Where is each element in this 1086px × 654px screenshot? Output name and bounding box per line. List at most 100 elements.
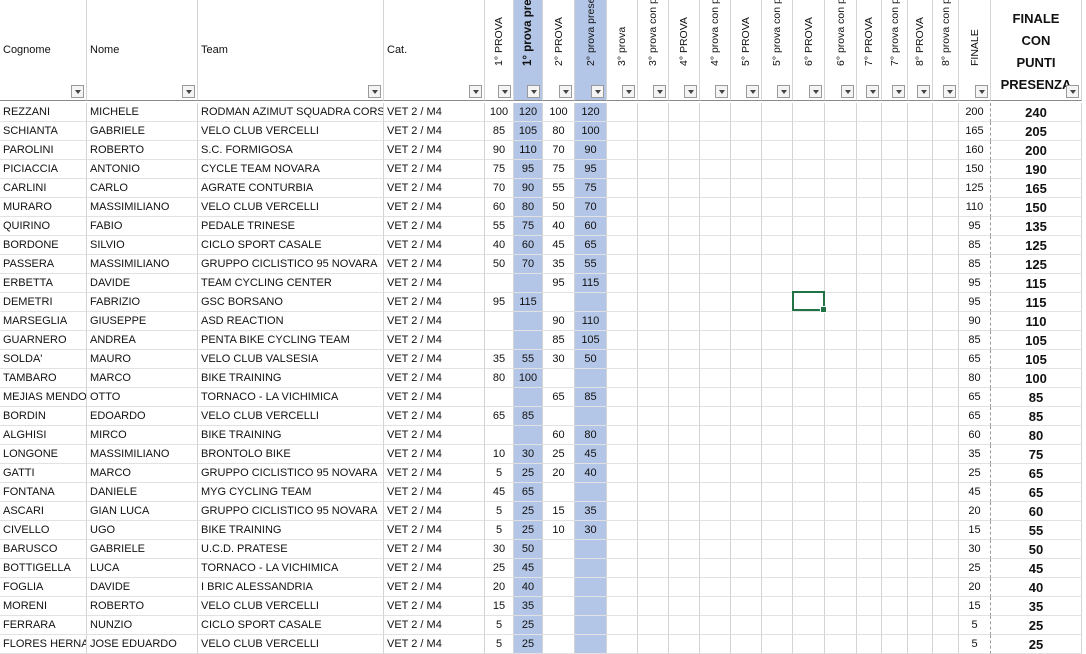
table-cell-p7[interactable] <box>857 179 882 198</box>
table-cell-p8p[interactable] <box>933 179 959 198</box>
filter-dropdown-icon[interactable] <box>892 85 905 98</box>
table-cell-team[interactable]: GRUPPO CICLISTICO 95 NOVARA <box>198 464 384 483</box>
table-cell-team[interactable]: CYCLE TEAM NOVARA <box>198 160 384 179</box>
table-cell-p8p[interactable] <box>933 122 959 141</box>
table-cell-p6[interactable] <box>793 407 825 426</box>
table-cell-p7[interactable] <box>857 483 882 502</box>
table-cell-p1p[interactable]: 70 <box>514 255 543 274</box>
table-cell-finale[interactable]: 65 <box>959 350 991 369</box>
table-cell-p5[interactable] <box>731 274 762 293</box>
table-cell-p4[interactable] <box>669 635 700 654</box>
table-cell-p6p[interactable] <box>825 122 857 141</box>
table-cell-p2p[interactable] <box>575 559 607 578</box>
table-cell-cognome[interactable]: CIVELLO <box>0 521 87 540</box>
table-cell-p8[interactable] <box>908 236 933 255</box>
table-cell-p8p[interactable] <box>933 312 959 331</box>
filter-dropdown-icon[interactable] <box>777 85 790 98</box>
table-cell-nome[interactable]: ROBERTO <box>87 141 198 160</box>
table-cell-p8p[interactable] <box>933 616 959 635</box>
table-cell-p8[interactable] <box>908 388 933 407</box>
table-cell-p8p[interactable] <box>933 198 959 217</box>
table-cell-p4p[interactable] <box>700 236 731 255</box>
table-cell-p2[interactable] <box>543 597 575 616</box>
table-cell-p7p[interactable] <box>882 388 908 407</box>
table-cell-team[interactable]: VELO CLUB VERCELLI <box>198 122 384 141</box>
column-header-p4p[interactable]: 4° prova con presenza <box>700 0 731 101</box>
table-cell-p3p[interactable] <box>638 122 669 141</box>
table-cell-p8[interactable] <box>908 160 933 179</box>
table-cell-p6p[interactable] <box>825 597 857 616</box>
table-cell-p2[interactable] <box>543 540 575 559</box>
table-cell-p2[interactable]: 75 <box>543 160 575 179</box>
table-cell-p6[interactable] <box>793 103 825 122</box>
table-cell-p6[interactable] <box>793 198 825 217</box>
table-cell-cat[interactable]: VET 2 / M4 <box>384 122 485 141</box>
table-cell-p8[interactable] <box>908 141 933 160</box>
table-cell-p3p[interactable] <box>638 141 669 160</box>
table-cell-cognome[interactable]: FERRARA <box>0 616 87 635</box>
table-cell-p5p[interactable] <box>762 559 793 578</box>
table-cell-p4[interactable] <box>669 559 700 578</box>
table-cell-cat[interactable]: VET 2 / M4 <box>384 445 485 464</box>
table-cell-p8p[interactable] <box>933 331 959 350</box>
table-cell-p3[interactable] <box>607 426 638 445</box>
table-cell-p3[interactable] <box>607 597 638 616</box>
table-cell-p7[interactable] <box>857 160 882 179</box>
table-cell-p5[interactable] <box>731 616 762 635</box>
table-cell-p1p[interactable]: 25 <box>514 502 543 521</box>
table-cell-p5[interactable] <box>731 559 762 578</box>
table-cell-p7[interactable] <box>857 331 882 350</box>
table-cell-p5[interactable] <box>731 597 762 616</box>
table-cell-p2[interactable]: 85 <box>543 331 575 350</box>
table-cell-p4p[interactable] <box>700 407 731 426</box>
table-cell-p6p[interactable] <box>825 160 857 179</box>
table-cell-p1[interactable]: 5 <box>485 502 514 521</box>
table-cell-cat[interactable]: VET 2 / M4 <box>384 597 485 616</box>
table-cell-p2[interactable]: 15 <box>543 502 575 521</box>
table-cell-nome[interactable]: NUNZIO <box>87 616 198 635</box>
table-cell-p2p[interactable]: 65 <box>575 236 607 255</box>
table-cell-p2p[interactable] <box>575 407 607 426</box>
table-cell-cat[interactable]: VET 2 / M4 <box>384 540 485 559</box>
table-cell-p6[interactable] <box>793 597 825 616</box>
table-cell-p1[interactable]: 80 <box>485 369 514 388</box>
table-cell-cat[interactable]: VET 2 / M4 <box>384 616 485 635</box>
table-cell-p2p[interactable]: 45 <box>575 445 607 464</box>
table-cell-finale[interactable]: 15 <box>959 597 991 616</box>
table-cell-p4p[interactable] <box>700 255 731 274</box>
table-cell-p4p[interactable] <box>700 350 731 369</box>
table-cell-p3[interactable] <box>607 635 638 654</box>
table-cell-p5p[interactable] <box>762 388 793 407</box>
table-cell-finale[interactable]: 85 <box>959 236 991 255</box>
table-cell-p8p[interactable] <box>933 521 959 540</box>
table-cell-p8p[interactable] <box>933 388 959 407</box>
table-cell-p2p[interactable]: 100 <box>575 122 607 141</box>
table-cell-p6[interactable] <box>793 160 825 179</box>
table-cell-p2[interactable] <box>543 578 575 597</box>
table-cell-finale[interactable]: 85 <box>959 331 991 350</box>
table-cell-p5[interactable] <box>731 483 762 502</box>
table-cell-p4[interactable] <box>669 217 700 236</box>
table-cell-p6[interactable] <box>793 635 825 654</box>
table-cell-finale[interactable]: 15 <box>959 521 991 540</box>
table-cell-p4[interactable] <box>669 369 700 388</box>
table-cell-p7p[interactable] <box>882 160 908 179</box>
table-cell-p3p[interactable] <box>638 464 669 483</box>
table-cell-cognome[interactable]: LONGONE <box>0 445 87 464</box>
table-cell-p1[interactable] <box>485 388 514 407</box>
table-cell-p3[interactable] <box>607 502 638 521</box>
table-cell-p1p[interactable] <box>514 274 543 293</box>
table-cell-team[interactable]: BIKE TRAINING <box>198 521 384 540</box>
table-cell-cognome[interactable]: BARUSCO <box>0 540 87 559</box>
table-cell-finale[interactable]: 25 <box>959 559 991 578</box>
table-cell-team[interactable]: GRUPPO CICLISTICO 95 NOVARA <box>198 502 384 521</box>
table-cell-finale_pres[interactable]: 65 <box>991 464 1082 483</box>
table-cell-p2[interactable] <box>543 369 575 388</box>
table-cell-p3p[interactable] <box>638 160 669 179</box>
table-cell-p3[interactable] <box>607 369 638 388</box>
table-cell-p1p[interactable]: 50 <box>514 540 543 559</box>
table-cell-p8[interactable] <box>908 407 933 426</box>
table-cell-p7[interactable] <box>857 198 882 217</box>
table-cell-p8[interactable] <box>908 521 933 540</box>
table-cell-p5[interactable] <box>731 502 762 521</box>
